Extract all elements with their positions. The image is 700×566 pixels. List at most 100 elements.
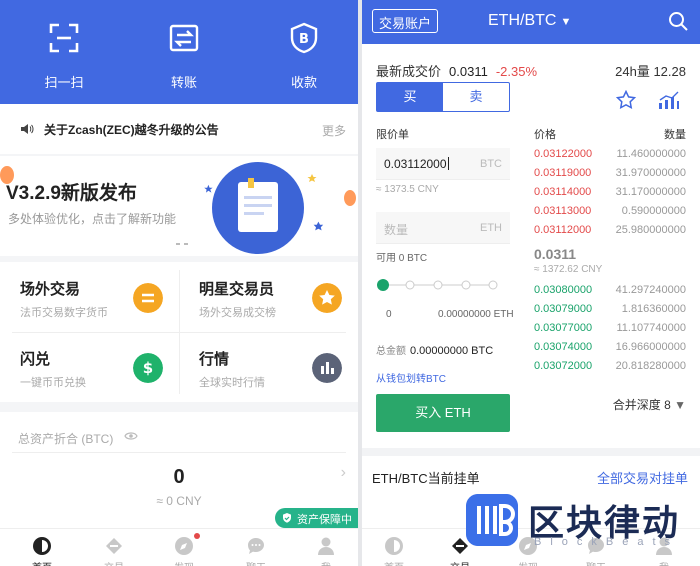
sell-tab[interactable]: 卖 bbox=[443, 83, 509, 111]
bid-row[interactable]: 0.03077000 11.107740000 bbox=[534, 322, 686, 341]
last-price-label: 最新成交价 bbox=[376, 64, 442, 79]
announcement-more-link[interactable]: 更多 bbox=[322, 122, 346, 139]
announcement-text[interactable]: 关于Zcash(ZEC)越冬升级的公告 bbox=[44, 121, 219, 138]
svg-text:$: $ bbox=[143, 359, 153, 377]
amount-unit: ETH bbox=[480, 222, 502, 234]
total-label: 总金额 bbox=[376, 346, 406, 357]
scan-label: 扫一扫 bbox=[44, 75, 84, 90]
ask-row[interactable]: 0.03114000 31.170000000 bbox=[534, 186, 686, 205]
bid-row[interactable]: 0.03080000 41.297240000 bbox=[534, 284, 686, 303]
price-cny-estimate: ≈ 1373.5 CNY bbox=[376, 184, 439, 195]
banner-subtitle: 多处体验优化，点击了解新功能 bbox=[8, 212, 177, 226]
asset-protection-badge[interactable]: 资产保障中 bbox=[275, 508, 358, 528]
bid-price: 0.03079000 bbox=[534, 303, 593, 315]
bid-price: 0.03080000 bbox=[534, 284, 593, 296]
assets-divider bbox=[12, 452, 346, 453]
buy-tab[interactable]: 买 bbox=[377, 83, 443, 111]
ask-qty: 31.970000000 bbox=[615, 167, 686, 179]
release-banner[interactable]: V3.2.9新版发布 多处体验优化，点击了解新功能 bbox=[0, 156, 358, 256]
banner-title: V3.2.9新版发布 bbox=[6, 183, 137, 204]
price-input[interactable]: 0.03112000 BTC bbox=[376, 148, 510, 180]
tab-home-label: 首页 bbox=[12, 559, 72, 566]
home-screen: 扫一扫 转账 B 收款 关于Zcash(ZEC)越冬升级的公告 更多 V3.2.… bbox=[0, 0, 358, 566]
announcement-bar[interactable]: 关于Zcash(ZEC)越冬升级的公告 更多 bbox=[0, 104, 358, 154]
shield-icon bbox=[283, 513, 291, 523]
flash-swap-title: 闪兑 bbox=[20, 351, 51, 368]
otc-trading-title: 场外交易 bbox=[20, 281, 81, 298]
bottom-tab-bar: 首页 交易 发现 聊天 我 bbox=[0, 528, 358, 566]
star-icon bbox=[312, 283, 342, 313]
tab-profile-label: 我 bbox=[296, 559, 356, 566]
discover-icon bbox=[175, 537, 193, 555]
amount-slider[interactable] bbox=[376, 278, 500, 292]
tab-home[interactable]: 首页 bbox=[364, 529, 424, 566]
star-trader-subtitle: 场外交易成交榜 bbox=[199, 307, 276, 319]
buy-eth-button[interactable]: 买入 ETH bbox=[376, 394, 510, 432]
ask-price: 0.03112000 bbox=[534, 224, 592, 236]
tab-home-label: 首页 bbox=[364, 559, 424, 566]
pair-selector[interactable]: ETH/BTC ▼ bbox=[488, 12, 571, 30]
quick-actions-bar: 扫一扫 转账 B 收款 bbox=[0, 0, 358, 104]
total-assets-card[interactable]: 总资产折合 (BTC) 0 ≈ 0 CNY › 资产保障中 bbox=[0, 412, 358, 528]
price-unit: BTC bbox=[480, 158, 502, 170]
tab-home[interactable]: 首页 bbox=[12, 529, 72, 566]
price-change: -2.35% bbox=[495, 64, 538, 79]
volume-value: 12.28 bbox=[653, 64, 686, 79]
feature-grid: 场外交易 法币交易数字货币 明星交易员 场外交易成交榜 闪兑 一键币币兑换 $ bbox=[0, 262, 358, 402]
otc-trading-tile[interactable]: 场外交易 法币交易数字货币 bbox=[0, 262, 179, 332]
ask-row[interactable]: 0.03112000 25.980000000 bbox=[534, 224, 686, 243]
total-assets-label: 总资产折合 (BTC) bbox=[18, 432, 114, 446]
market-tile[interactable]: 行情 全球实时行情 bbox=[179, 332, 358, 402]
tab-chat-label: 聊天 bbox=[226, 559, 286, 566]
flash-swap-tile[interactable]: 闪兑 一键币币兑换 $ bbox=[0, 332, 179, 402]
merge-depth-selector[interactable]: 合并深度 8 ▼ bbox=[613, 396, 686, 413]
chevron-right-icon[interactable]: › bbox=[341, 464, 346, 482]
slider-min-label: 0 bbox=[386, 309, 392, 320]
volume-24h: 24h量 12.28 bbox=[615, 61, 686, 80]
ask-qty: 0.590000000 bbox=[621, 205, 686, 217]
scan-button[interactable]: 扫一扫 bbox=[4, 0, 124, 104]
star-trader-tile[interactable]: 明星交易员 场外交易成交榜 bbox=[179, 262, 358, 332]
bid-row[interactable]: 0.03074000 16.966000000 bbox=[534, 341, 686, 360]
profile-icon bbox=[318, 537, 334, 555]
trade-screen: 交易账户 ETH/BTC ▼ 最新成交价 0.0311 -2.35% 24h量 12.… bbox=[362, 0, 700, 566]
ask-row[interactable]: 0.03113000 0.590000000 bbox=[534, 205, 686, 224]
wallet-transfer-link[interactable]: 从钱包划转BTC bbox=[376, 370, 446, 385]
transfer-label: 转账 bbox=[170, 75, 197, 90]
blockbeats-watermark: 区块律动 BlockBeats bbox=[466, 492, 700, 566]
tab-discover[interactable]: 发现 bbox=[154, 529, 214, 566]
ask-price: 0.03122000 bbox=[534, 148, 593, 160]
merge-depth-label: 合并深度 8 bbox=[612, 398, 671, 412]
kline-chart-icon[interactable] bbox=[658, 90, 680, 110]
all-pairs-orders-link[interactable]: 全部交易对挂单 bbox=[597, 468, 688, 487]
volume-label: 24h量 bbox=[615, 64, 650, 79]
order-type-label[interactable]: 限价单 bbox=[376, 126, 409, 142]
trading-account-button[interactable]: 交易账户 bbox=[372, 9, 439, 33]
open-orders-title: ETH/BTC当前挂单 bbox=[372, 471, 480, 486]
bid-row[interactable]: 0.03072000 20.818280000 bbox=[534, 360, 686, 379]
available-balance: 可用 0 BTC bbox=[376, 253, 428, 264]
orderbook-price-header: 价格 bbox=[534, 129, 556, 141]
bid-row[interactable]: 0.03079000 1.816360000 bbox=[534, 303, 686, 322]
search-icon[interactable] bbox=[668, 11, 688, 31]
favorite-star-icon[interactable] bbox=[616, 90, 636, 110]
amount-input[interactable]: 数量 ETH bbox=[376, 212, 510, 244]
tab-chat[interactable]: 聊天 bbox=[226, 529, 286, 566]
tab-trade[interactable]: 交易 bbox=[84, 529, 144, 566]
transfer-button[interactable]: 转账 bbox=[124, 0, 244, 104]
ask-row[interactable]: 0.03122000 11.460000000 bbox=[534, 148, 686, 167]
total-value: 0.00000000 BTC bbox=[410, 345, 494, 357]
tab-profile[interactable]: 我 bbox=[296, 529, 356, 566]
banner-pagination bbox=[176, 243, 188, 245]
eye-icon[interactable] bbox=[124, 431, 138, 441]
transfer-icon bbox=[169, 24, 199, 52]
watermark-subtitle: BlockBeats bbox=[534, 536, 680, 548]
price-input-value: 0.03112000 bbox=[384, 157, 449, 171]
caret-down-icon: ▼ bbox=[674, 398, 686, 412]
bid-qty: 1.816360000 bbox=[621, 303, 686, 315]
text-cursor bbox=[447, 157, 449, 170]
receive-label: 收款 bbox=[290, 75, 317, 90]
pair-label: ETH/BTC bbox=[488, 12, 557, 29]
receive-button[interactable]: B 收款 bbox=[244, 0, 358, 104]
ask-row[interactable]: 0.03119000 31.970000000 bbox=[534, 167, 686, 186]
